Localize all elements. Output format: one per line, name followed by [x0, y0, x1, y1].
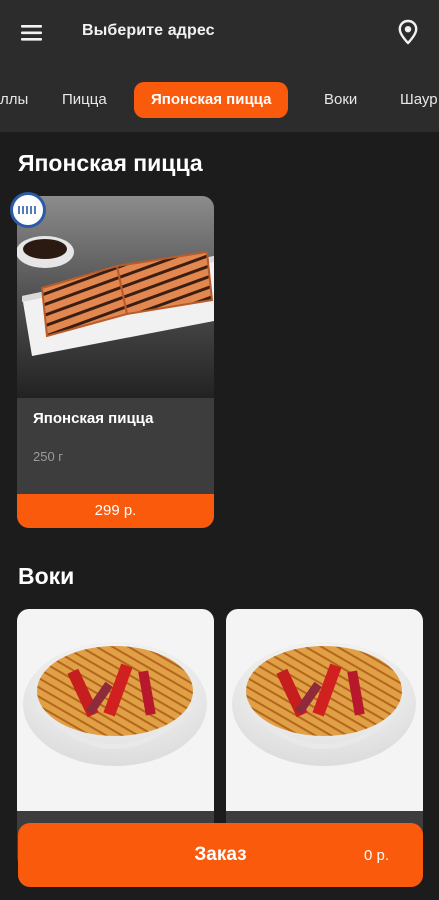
product-image — [17, 609, 214, 811]
product-name: Японская пицца — [33, 410, 154, 427]
section-title-japanese-pizza: Японская пицца — [18, 150, 203, 176]
order-label: Заказ — [194, 844, 247, 865]
tab-woks[interactable]: Воки — [324, 82, 357, 118]
tab-japanese-pizza[interactable]: Японская пицца — [134, 82, 289, 118]
order-sum: 0 р. — [363, 847, 389, 864]
section-title-woks: Воки — [18, 563, 75, 589]
app-screen: Выберите адрес ллы Пицца Японская пицца … — [0, 0, 439, 900]
category-tabs: ллы Пицца Японская пицца Воки Шаур — [0, 62, 439, 132]
location-pin-icon[interactable] — [391, 15, 425, 49]
app-header: Выберите адрес — [0, 0, 439, 62]
hamburger-menu-icon[interactable] — [14, 15, 50, 51]
tab-shawarma[interactable]: Шаур — [400, 82, 438, 118]
brand-badge-icon — [10, 192, 46, 228]
tab-pizza[interactable]: Пицца — [62, 82, 107, 118]
order-button[interactable]: Заказ 0 р. — [18, 823, 423, 887]
tab-rolls[interactable]: ллы — [0, 82, 28, 118]
product-image — [17, 196, 214, 398]
address-selector[interactable]: Выберите адрес — [82, 22, 215, 40]
product-price-button[interactable]: 299 р. — [17, 494, 214, 528]
product-weight: 250 г — [33, 449, 64, 464]
badge-text-mark — [18, 206, 38, 214]
product-image — [226, 609, 423, 811]
product-card[interactable]: Японская пицца 250 г 299 р. — [17, 196, 214, 528]
